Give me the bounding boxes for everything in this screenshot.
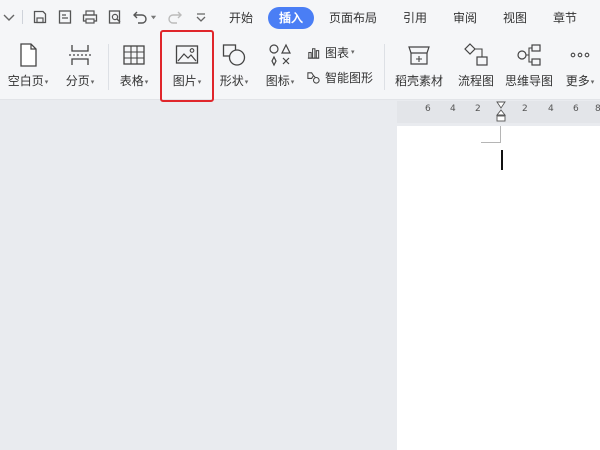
customize-dropdown-icon[interactable] (192, 8, 210, 26)
chart-button[interactable]: 图表 ▾ (306, 42, 355, 62)
text-cursor (501, 150, 503, 170)
ruler-number: 2 (475, 104, 481, 114)
smart-art-icon (307, 71, 320, 84)
page-break-button[interactable]: 分页▾ (58, 42, 102, 92)
print-icon[interactable] (81, 8, 99, 26)
indent-marker-icon[interactable] (496, 101, 506, 123)
chevron-down-icon[interactable] (0, 8, 18, 26)
chevron-down-icon: ▾ (244, 77, 249, 86)
tab-review[interactable]: 审阅 (446, 7, 484, 29)
tab-page-layout[interactable]: 页面布局 (323, 7, 383, 29)
blank-page-button[interactable]: 空白页▾ (2, 42, 54, 92)
chevron-down-icon: ▾ (351, 48, 355, 56)
chevron-down-icon: ▾ (90, 77, 95, 86)
undo-dropdown-icon[interactable] (149, 8, 157, 26)
chevron-down-icon: ▾ (144, 77, 149, 86)
mind-map-button[interactable]: 思维导图 (502, 42, 556, 92)
ruler-number: 6 (573, 104, 579, 114)
export-pdf-icon[interactable] (56, 8, 74, 26)
mind-map-icon (516, 42, 542, 68)
smart-art-button[interactable]: 智能图形 (306, 67, 373, 87)
undo-icon[interactable] (131, 8, 149, 26)
tab-references[interactable]: 引用 (396, 7, 434, 29)
margin-corner-mark (481, 142, 501, 143)
table-icon (121, 42, 147, 68)
divider (108, 44, 109, 90)
print-preview-icon[interactable] (106, 8, 124, 26)
document-page[interactable] (397, 126, 600, 450)
page-break-icon (67, 42, 93, 68)
icons-library-icon (267, 42, 293, 68)
chevron-down-icon: ▾ (290, 77, 295, 86)
tab-sections[interactable]: 章节 (546, 7, 584, 29)
chevron-down-icon: ▾ (590, 77, 595, 86)
shape-icon (221, 42, 247, 68)
ruler-number: 8 (595, 104, 600, 114)
ruler-number: 4 (450, 104, 456, 114)
margin-corner-mark (500, 126, 501, 143)
tab-view[interactable]: 视图 (496, 7, 534, 29)
chevron-down-icon: ▾ (44, 77, 49, 86)
tab-home[interactable]: 开始 (222, 7, 260, 29)
ruler-number: 2 (522, 104, 528, 114)
more-button[interactable]: 更多▾ (560, 42, 600, 92)
table-button[interactable]: 表格▾ (112, 42, 156, 92)
material-store-icon (406, 42, 432, 68)
chart-icon (307, 47, 320, 59)
blank-page-icon (15, 42, 41, 68)
redo-icon[interactable] (166, 8, 184, 26)
picture-highlight-frame (160, 30, 214, 102)
docer-material-button[interactable]: 稻壳素材 (390, 42, 448, 92)
flowchart-button[interactable]: 流程图 (454, 42, 498, 92)
insert-ribbon: 空白页▾ 分页▾ 表格▾ 图片▾ 形状▾ 图标▾ 图表 ▾ 智能图形 稻壳素材 … (0, 34, 600, 100)
divider (384, 44, 385, 90)
divider (22, 10, 23, 24)
more-dots-icon (567, 42, 593, 68)
horizontal-ruler[interactable]: 6 4 2 2 4 6 8 (397, 101, 600, 123)
tab-insert[interactable]: 插入 (268, 7, 314, 29)
save-icon[interactable] (31, 8, 49, 26)
menu-bar: 开始 插入 页面布局 引用 审阅 视图 章节 (0, 0, 600, 34)
ruler-number: 4 (548, 104, 554, 114)
flowchart-icon (463, 42, 489, 68)
icon-button[interactable]: 图标▾ (258, 42, 302, 92)
shape-button[interactable]: 形状▾ (214, 42, 254, 92)
ruler-number: 6 (425, 104, 431, 114)
